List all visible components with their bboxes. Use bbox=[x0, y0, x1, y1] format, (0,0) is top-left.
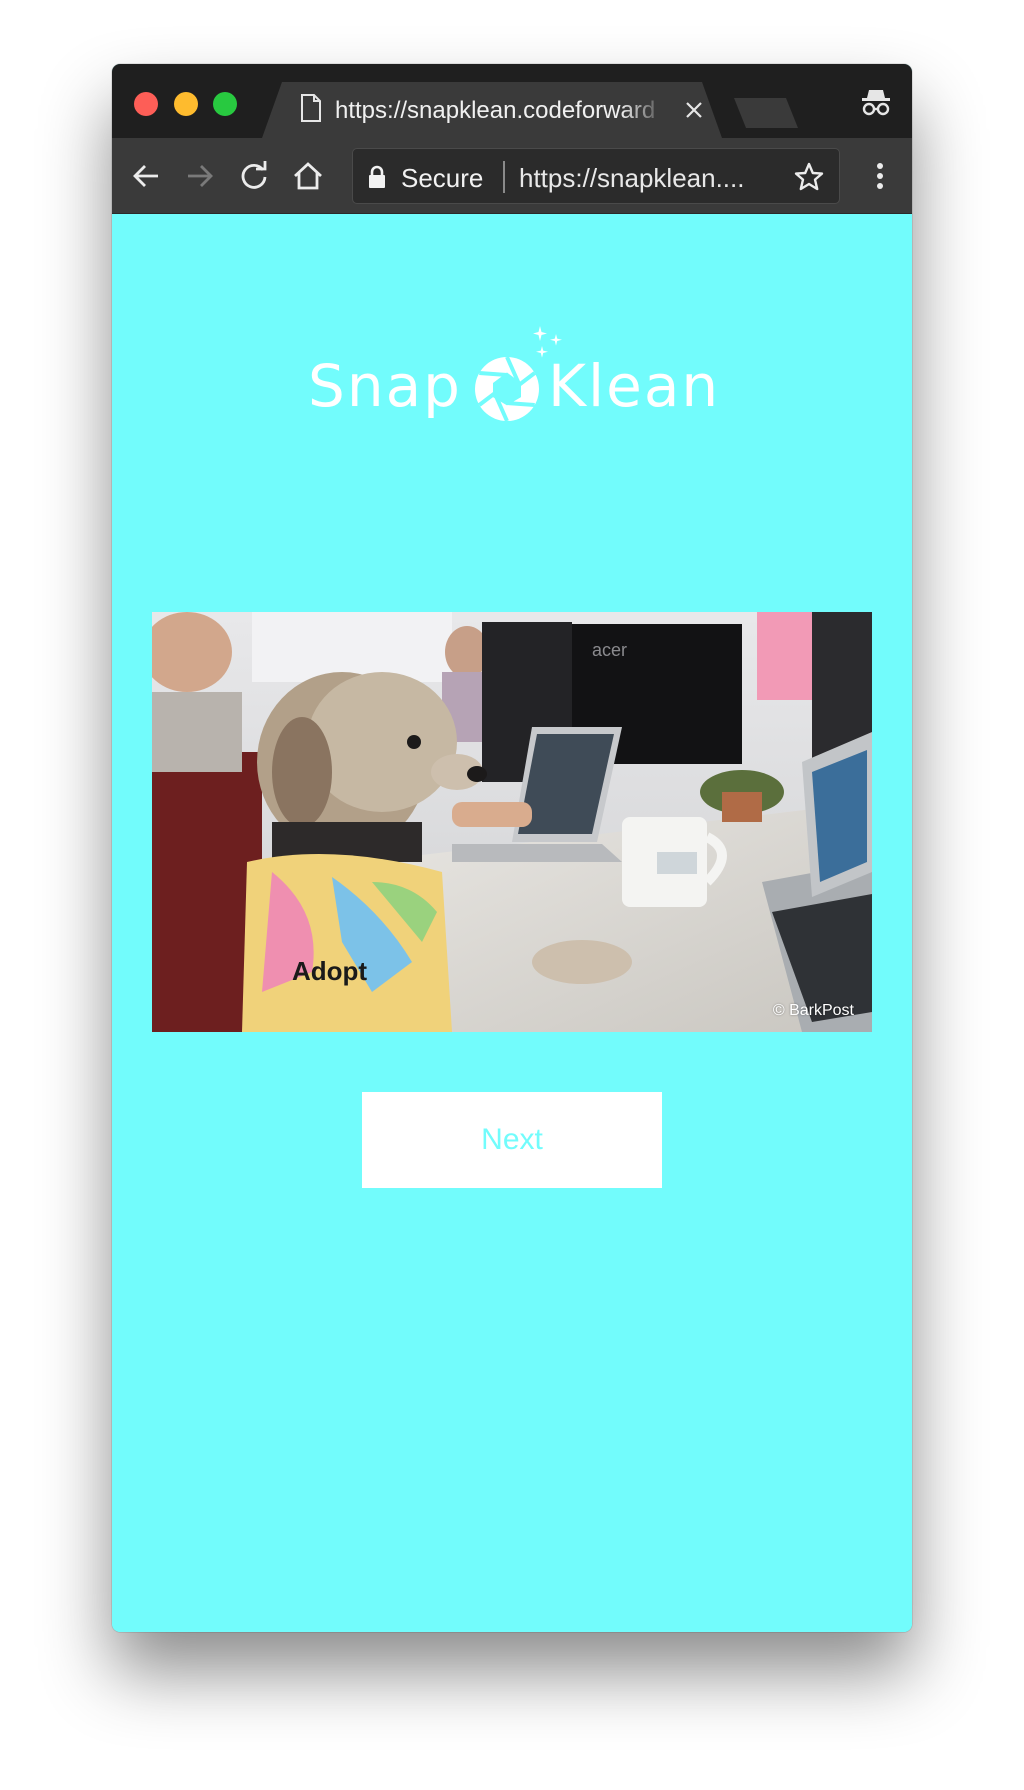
reload-icon[interactable] bbox=[236, 158, 272, 194]
browser-window: https://snapklean.codeforward Secure htt… bbox=[112, 64, 912, 1632]
menu-icon[interactable] bbox=[868, 158, 892, 194]
aperture-icon bbox=[475, 356, 539, 422]
address-url[interactable]: https://snapklean.... bbox=[519, 163, 769, 194]
tab-strip: https://snapklean.codeforward bbox=[112, 64, 912, 138]
svg-text:Adopt: Adopt bbox=[292, 956, 367, 986]
logo-text-klean: Klean bbox=[548, 352, 721, 420]
dog-at-laptop-illustration: acer Adopt bbox=[152, 612, 872, 1032]
address-bar[interactable]: Secure https://snapklean.... bbox=[352, 148, 840, 204]
incognito-icon bbox=[862, 90, 890, 116]
snapklean-logo: Snap Klean bbox=[308, 322, 718, 432]
star-icon[interactable] bbox=[793, 161, 825, 193]
next-button[interactable]: Next bbox=[362, 1092, 662, 1188]
gif-credit: © BarkPost bbox=[772, 1002, 854, 1019]
minimize-window-button[interactable] bbox=[174, 92, 198, 116]
browser-toolbar: Secure https://snapklean.... bbox=[112, 138, 912, 214]
address-divider bbox=[503, 161, 505, 193]
document-icon bbox=[301, 94, 321, 122]
active-tab[interactable]: https://snapklean.codeforward bbox=[262, 82, 722, 138]
dog-gif-image: acer Adopt © BarkPost bbox=[152, 612, 872, 1032]
new-tab-button[interactable] bbox=[734, 98, 798, 128]
close-window-button[interactable] bbox=[134, 92, 158, 116]
logo-text-snap: Snap bbox=[308, 352, 462, 420]
tab-title: https://snapklean.codeforward bbox=[335, 97, 656, 124]
home-icon[interactable] bbox=[290, 158, 326, 194]
close-icon[interactable] bbox=[682, 98, 706, 122]
zoom-window-button[interactable] bbox=[213, 92, 237, 116]
page-content: Snap Klean acer Adopt © BarkPost Next bbox=[112, 214, 912, 1632]
secure-label: Secure bbox=[401, 163, 484, 193]
lock-icon bbox=[369, 165, 385, 188]
forward-icon[interactable] bbox=[182, 158, 218, 194]
svg-text:acer: acer bbox=[592, 640, 627, 660]
back-icon[interactable] bbox=[128, 158, 164, 194]
